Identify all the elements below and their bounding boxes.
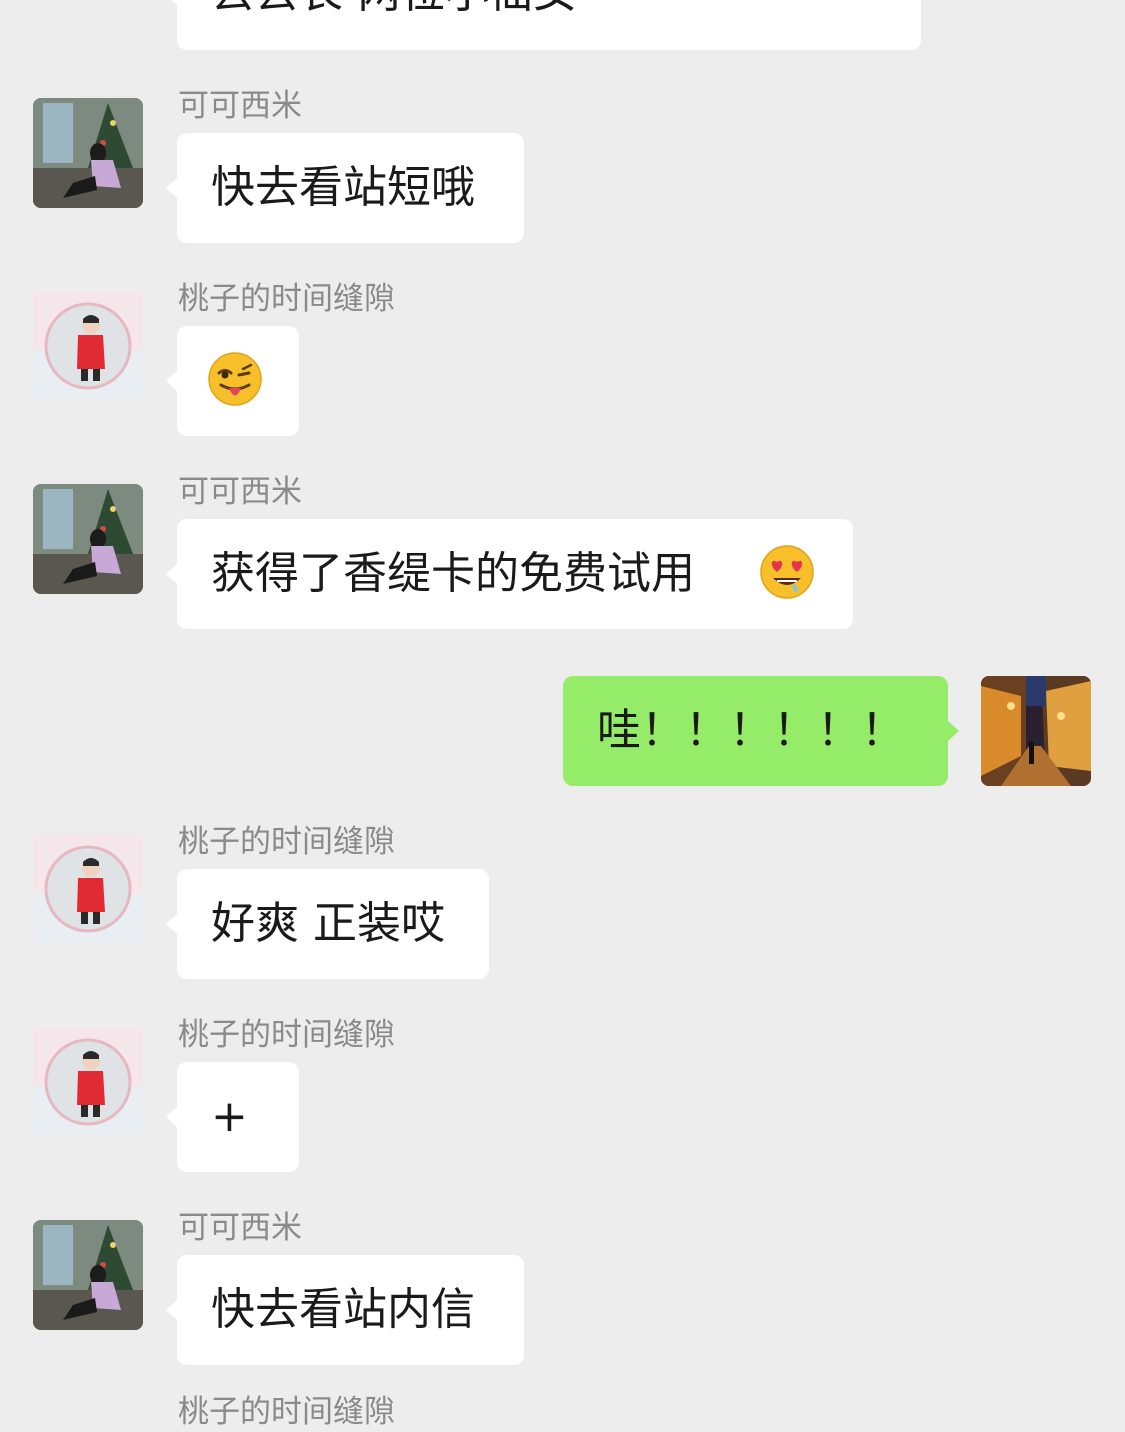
winking-tongue-emoji-icon — [208, 352, 262, 406]
avatar-photo-icon — [33, 1220, 143, 1330]
heart-eyes-emoji-icon — [760, 545, 814, 599]
message-text: 哇！！！！！！ — [597, 705, 905, 756]
sender-name: 可可西米 — [178, 474, 302, 510]
message-bubble[interactable]: 去去长 两位小仙女 — [166, 0, 921, 50]
message-bubble[interactable]: 获得了香缇卡的免费试用 — [166, 519, 853, 629]
avatar[interactable] — [33, 291, 143, 401]
avatar[interactable] — [33, 834, 143, 944]
avatar-photo-icon — [33, 291, 143, 401]
sender-name: 可可西米 — [178, 88, 302, 124]
message-text: 去去长 两位小仙女 — [211, 0, 577, 18]
message-text: 快去看站短哦 — [211, 162, 475, 213]
avatar-photo-icon — [33, 98, 143, 208]
sender-name: 可可西米 — [178, 1210, 302, 1246]
message-text: 好爽 正装哎 — [211, 898, 445, 949]
avatar-photo-icon — [981, 676, 1091, 786]
message-text: + — [211, 1091, 248, 1142]
sender-name: 桃子的时间缝隙 — [178, 1394, 395, 1430]
avatar-photo-icon — [33, 834, 143, 944]
avatar[interactable] — [33, 98, 143, 208]
avatar[interactable] — [33, 484, 143, 594]
avatar[interactable] — [33, 1027, 143, 1137]
sender-name: 桃子的时间缝隙 — [178, 824, 395, 860]
message-text: 快去看站内信 — [211, 1284, 475, 1335]
message-bubble[interactable]: 快去看站内信 — [166, 1255, 524, 1365]
message-text: 获得了香缇卡的免费试用 — [211, 548, 695, 599]
sender-name: 桃子的时间缝隙 — [178, 1017, 395, 1053]
avatar-photo-icon — [33, 1027, 143, 1137]
message-bubble[interactable]: 快去看站短哦 — [166, 133, 524, 243]
message-bubble[interactable]: 好爽 正装哎 — [166, 869, 489, 979]
message-bubble[interactable] — [166, 326, 299, 436]
message-bubble[interactable]: + — [166, 1062, 299, 1172]
message-bubble-outgoing[interactable]: 哇！！！！！！ — [563, 676, 959, 786]
sender-name: 桃子的时间缝隙 — [178, 281, 395, 317]
avatar[interactable] — [33, 1220, 143, 1330]
avatar-photo-icon — [33, 484, 143, 594]
avatar-self[interactable] — [981, 676, 1091, 786]
